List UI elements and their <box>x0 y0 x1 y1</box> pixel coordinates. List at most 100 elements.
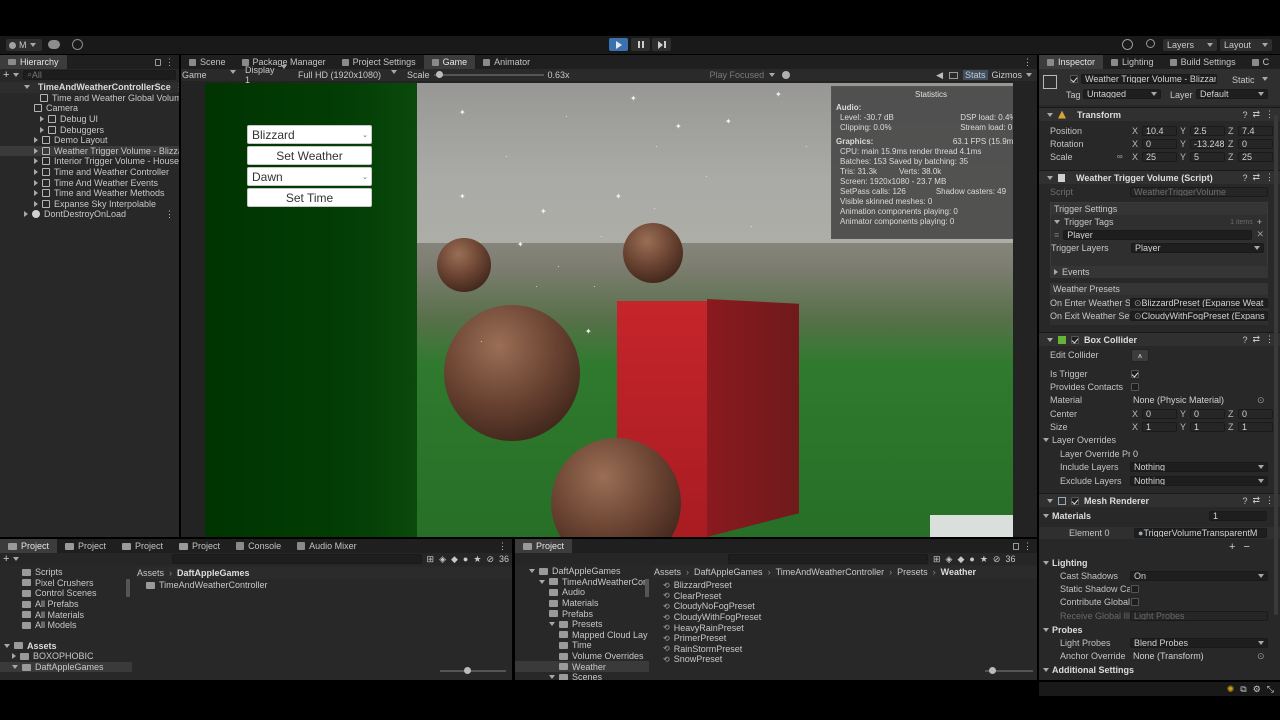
preset-file-item[interactable]: ⟲ ClearPreset <box>663 591 1033 602</box>
tab-bottom-1[interactable]: Project <box>57 539 114 553</box>
tab-bottom-2[interactable]: Project <box>114 539 171 553</box>
object-name-field[interactable]: Weather Trigger Volume - Blizzar <box>1081 74 1217 84</box>
active-checkbox[interactable] <box>1070 75 1078 83</box>
scale-x-field[interactable]: 25 <box>1142 152 1177 162</box>
kebab-menu-icon[interactable]: ⋮ <box>1265 109 1274 120</box>
hierarchy-search-input[interactable]: ⌕ All <box>23 70 176 80</box>
layer-override-priority-field[interactable]: 0 <box>1130 449 1268 459</box>
preset-icon[interactable]: ⇄ <box>1252 109 1260 120</box>
visibility-icon[interactable]: ⊘ <box>486 554 494 565</box>
project-search-input[interactable] <box>171 554 422 564</box>
materials-count-field[interactable]: 1 <box>1209 511 1267 521</box>
step-button[interactable] <box>652 38 671 51</box>
project-left-scrollbar[interactable] <box>126 579 130 597</box>
link-icon[interactable]: ∞ <box>1117 152 1123 161</box>
tag-icon[interactable]: ◆ <box>957 554 964 565</box>
project-tree-item[interactable]: Presets <box>515 619 649 630</box>
project-tree-item[interactable]: BOXOPHOBIC <box>0 651 132 662</box>
mesh-renderer-header[interactable]: Mesh Renderer ? ⇄ ⋮ <box>1039 493 1280 507</box>
expand-icon[interactable] <box>34 147 38 154</box>
preset-file-item[interactable]: ⟲ BlizzardPreset <box>663 580 1033 591</box>
project-tree-item[interactable]: Control Scenes <box>0 588 132 599</box>
pause-button[interactable] <box>631 38 650 51</box>
preset-file-item[interactable]: ⟲ PrimerPreset <box>663 633 1033 644</box>
remove-element-button[interactable]: − <box>1243 541 1249 553</box>
project-tree-item[interactable]: Audio <box>515 587 649 598</box>
resolution-dropdown[interactable]: Full HD (1920x1080) <box>290 70 400 80</box>
tag-icon[interactable]: ◆ <box>451 554 458 565</box>
rotation-z-field[interactable]: 0 <box>1238 139 1273 149</box>
history-icon[interactable] <box>1122 39 1133 50</box>
rotation-y-field[interactable]: -13.248 <box>1190 139 1225 149</box>
hierarchy-item[interactable]: Demo Layout <box>0 135 179 146</box>
debug-icon[interactable]: ⚙ <box>1253 684 1261 695</box>
kebab-menu-icon[interactable]: ⋮ <box>1265 172 1274 183</box>
remove-item-button[interactable]: ✕ <box>1256 229 1264 240</box>
tab-bottom-5[interactable]: Audio Mixer <box>289 539 365 553</box>
kebab-menu-icon[interactable]: ⋮ <box>1023 57 1032 68</box>
help-icon[interactable]: ? <box>1242 335 1247 345</box>
warning-icon[interactable]: ● <box>463 554 468 564</box>
label-icon[interactable]: ◈ <box>439 554 446 565</box>
tab-inspector-1[interactable]: Lighting <box>1103 55 1162 69</box>
layout-dropdown[interactable]: Layout <box>1220 39 1272 51</box>
project-tree-item[interactable]: Scripts <box>0 567 132 578</box>
element0-material-field[interactable]: ● TriggerVolumeTransparentM <box>1134 528 1267 538</box>
project-tree-item[interactable]: All Materials <box>0 609 132 620</box>
kebab-menu-icon[interactable]: ⋮ <box>498 541 507 552</box>
visibility-icon[interactable]: ⊘ <box>993 554 1001 565</box>
anchor-override-field[interactable]: None (Transform) <box>1130 651 1268 661</box>
preset-file-item[interactable]: ⟲ CloudyNoFogPreset <box>663 601 1033 612</box>
play-button[interactable] <box>609 38 628 51</box>
project-tree-item[interactable]: Weather <box>515 661 649 672</box>
add-element-button[interactable]: + <box>1229 541 1235 553</box>
scale-y-field[interactable]: 5 <box>1190 152 1225 162</box>
aspect-icon[interactable] <box>949 71 958 79</box>
project-right-search-input[interactable] <box>728 554 928 564</box>
lock-icon[interactable] <box>1013 542 1019 550</box>
hierarchy-item[interactable]: Debuggers <box>0 124 179 135</box>
expand-icon[interactable] <box>34 200 38 207</box>
chevron-down-icon[interactable] <box>1262 77 1268 81</box>
kebab-menu-icon[interactable]: ⋮ <box>175 82 179 93</box>
label-icon[interactable]: ◈ <box>946 554 953 565</box>
hierarchy-item[interactable]: Weather Trigger Volume - Blizzar⋮ <box>0 145 179 157</box>
rotation-x-field[interactable]: 0 <box>1142 139 1177 149</box>
scale-z-field[interactable]: 25 <box>1238 152 1273 162</box>
breadcrumb-item[interactable]: DaftAppleGames <box>694 567 763 577</box>
audio-icon[interactable]: ◀ <box>936 70 943 81</box>
hierarchy-item[interactable]: Interior Trigger Volume - House <box>0 156 179 167</box>
icon-size-slider[interactable] <box>985 667 1033 674</box>
tab-inspector-0[interactable]: Inspector <box>1039 55 1104 69</box>
progress-icon[interactable]: ✺ <box>1227 684 1235 695</box>
is-trigger-checkbox[interactable] <box>1131 370 1139 378</box>
size-x-field[interactable]: 1 <box>1142 422 1177 432</box>
project-tree-item[interactable]: Mapped Cloud Lay <box>515 630 649 641</box>
bug-icon[interactable] <box>782 71 791 79</box>
preset-file-item[interactable]: ⟲ CloudyWithFogPreset <box>663 612 1033 623</box>
project-tree-item[interactable]: Volume Overrides <box>515 651 649 662</box>
tab-bottom-3[interactable]: Project <box>171 539 228 553</box>
project-tree-item[interactable]: TimeAndWeatherContr <box>515 577 649 588</box>
size-y-field[interactable]: 1 <box>1190 422 1225 432</box>
exclude-layers-dropdown[interactable]: Nothing <box>1130 476 1268 486</box>
position-x-field[interactable]: 10.4 <box>1142 126 1177 136</box>
drag-handle-icon[interactable]: ≡ <box>1054 230 1059 240</box>
cloud-icon[interactable] <box>48 40 60 49</box>
layer-dropdown[interactable]: Default <box>1196 89 1268 99</box>
time-dropdown[interactable]: Dawn ⌄ <box>247 167 372 186</box>
gizmos-dropdown[interactable]: Gizmos <box>992 70 1033 80</box>
breadcrumb-item[interactable]: Assets <box>137 568 164 578</box>
expand-icon[interactable] <box>34 169 38 176</box>
center-y-field[interactable]: 0 <box>1190 409 1225 419</box>
physic-material-field[interactable]: None (Physic Material) <box>1130 395 1268 405</box>
breadcrumb-item[interactable]: TimeAndWeatherController <box>776 567 885 577</box>
kebab-menu-icon[interactable]: ⋮ <box>165 209 174 220</box>
expand-icon[interactable] <box>1043 561 1049 565</box>
expand-icon[interactable] <box>1043 628 1049 632</box>
tab-center-4[interactable]: Animator <box>475 55 538 69</box>
add-button[interactable]: + <box>3 69 9 81</box>
star-icon[interactable]: ★ <box>473 554 481 565</box>
search-icon[interactable] <box>1146 39 1155 48</box>
tab-center-3[interactable]: Game <box>423 55 476 69</box>
